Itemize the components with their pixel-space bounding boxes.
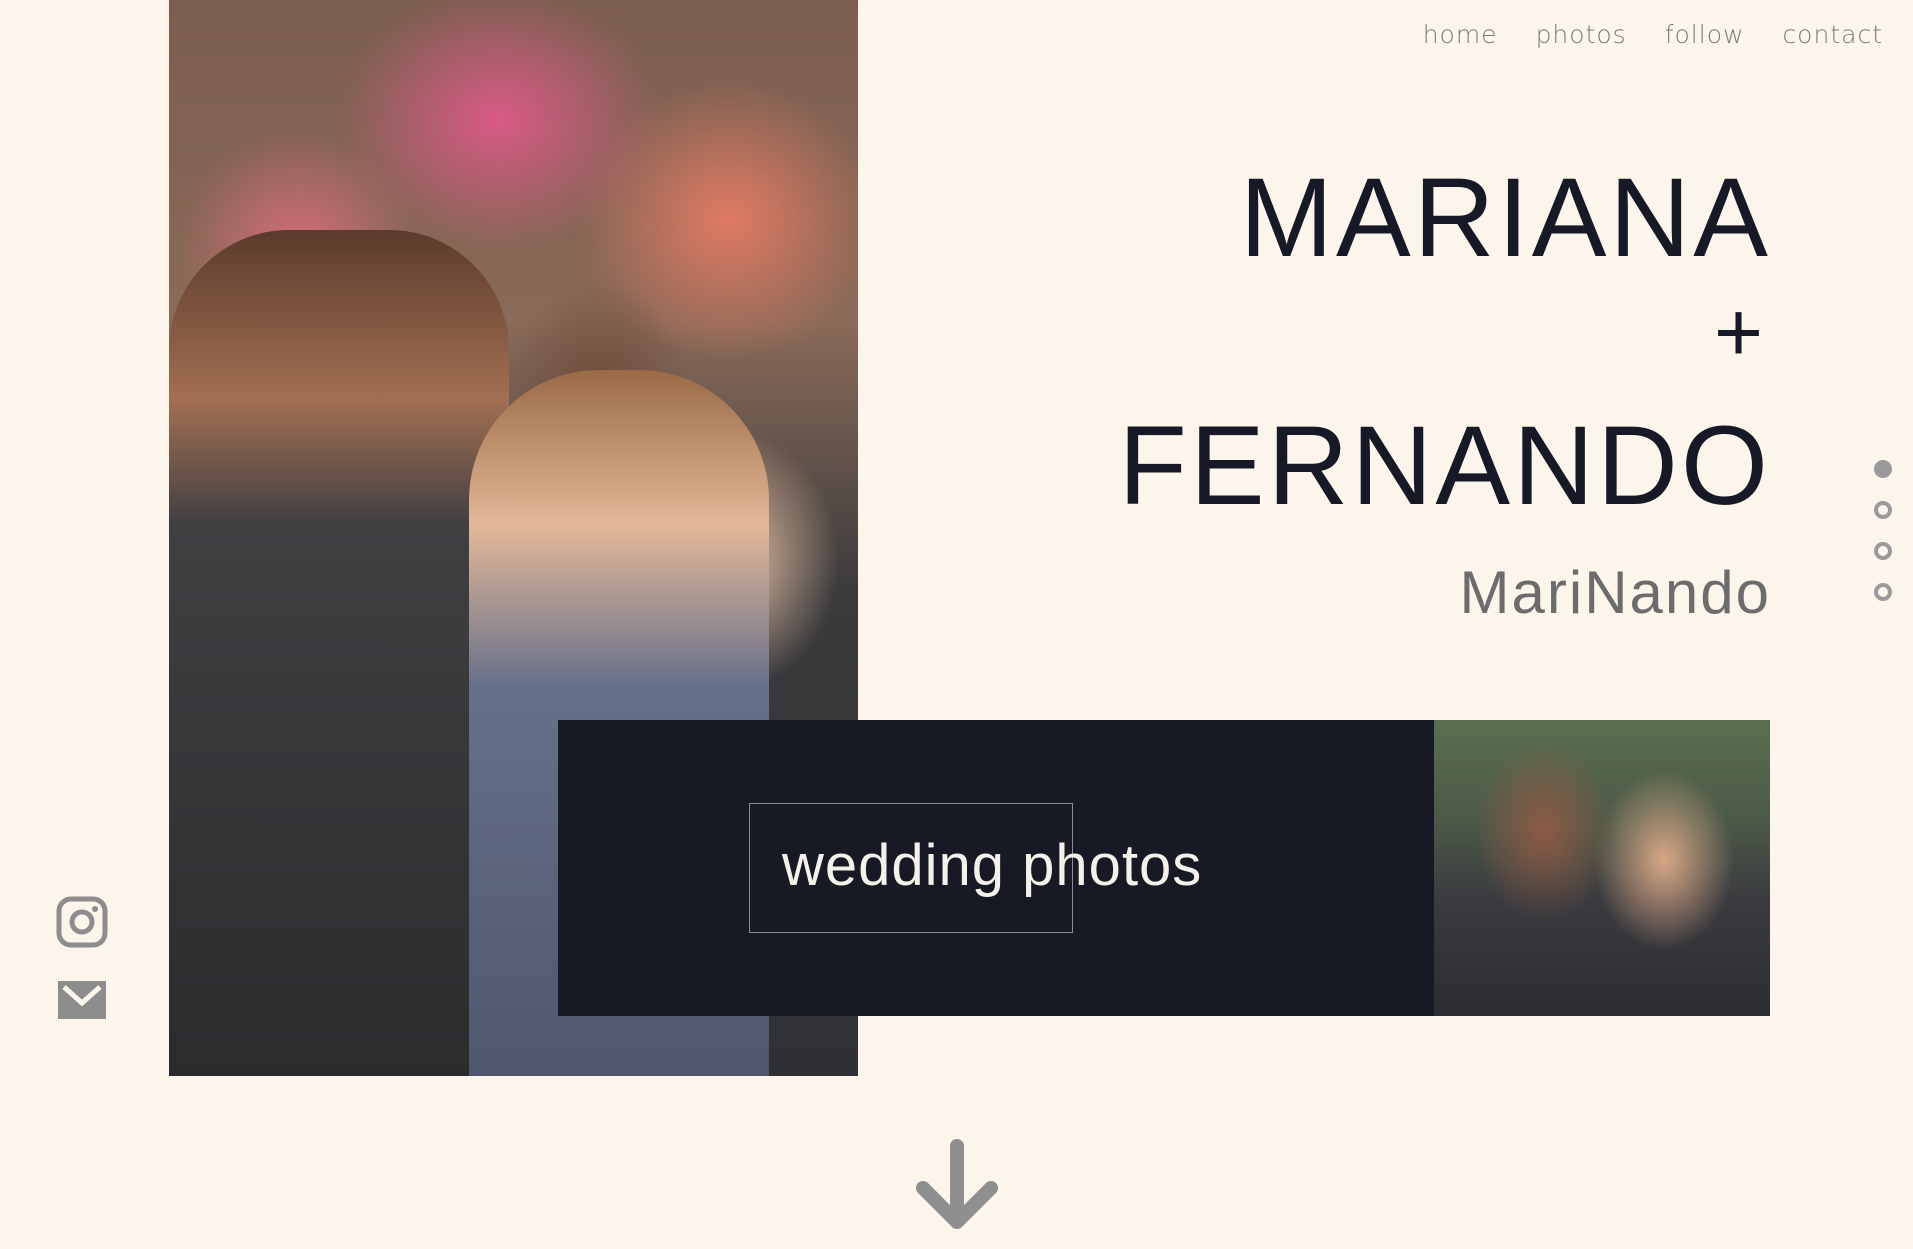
name-mariana: MARIANA: [1239, 155, 1771, 280]
photo-figure-man: [169, 230, 509, 1076]
arrow-down-icon[interactable]: [911, 1138, 1003, 1232]
slider-dot-4[interactable]: [1874, 583, 1892, 601]
wedding-photos-link[interactable]: wedding photos: [782, 832, 1202, 899]
top-nav: home photos follow contact: [1423, 20, 1883, 49]
slider-dot-2[interactable]: [1874, 501, 1892, 519]
slider-dot-1[interactable]: [1874, 460, 1892, 478]
nav-home[interactable]: home: [1423, 20, 1498, 49]
kiss-photo: [1434, 720, 1770, 1016]
nav-contact[interactable]: contact: [1782, 20, 1883, 49]
subtitle: MariNando: [1459, 559, 1771, 626]
name-fernando: FERNANDO: [1118, 403, 1771, 528]
wedding-photos-banner[interactable]: wedding photos: [558, 720, 1434, 1016]
page: home photos follow contact MARIANA + FER…: [0, 0, 1913, 1249]
slider-dot-3[interactable]: [1874, 542, 1892, 560]
mail-icon[interactable]: [55, 973, 109, 1027]
slider-dots: [1874, 460, 1892, 601]
instagram-icon[interactable]: [55, 895, 109, 949]
plus-sign: +: [1713, 285, 1763, 379]
nav-follow[interactable]: follow: [1665, 20, 1745, 49]
nav-photos[interactable]: photos: [1536, 20, 1627, 49]
social-links: [55, 895, 109, 1027]
